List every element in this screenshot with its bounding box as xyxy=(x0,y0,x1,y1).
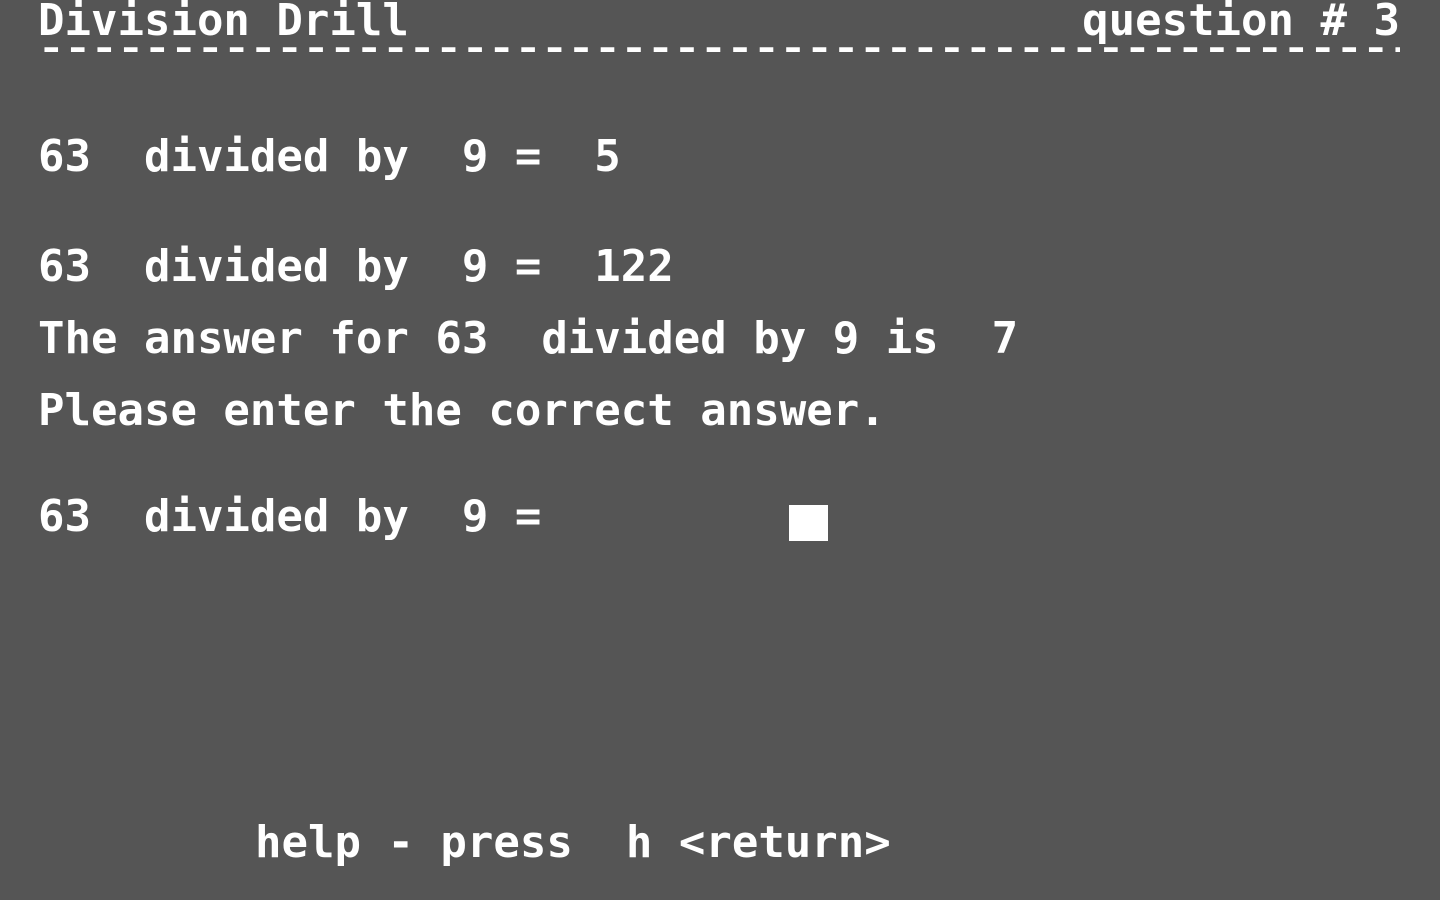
terminal-screen: Division Drill question # 3 ------------… xyxy=(0,0,1440,900)
header-divider: ----------------------------------------… xyxy=(38,38,1400,52)
equation-current-prompt[interactable]: 63 divided by 9 = xyxy=(38,494,541,540)
text-cursor-block[interactable] xyxy=(789,505,828,541)
header-divider-dashes: ----------------------------------------… xyxy=(38,38,1400,52)
equation-attempt-1: 63 divided by 9 = 5 xyxy=(38,131,621,182)
instruction-message: Please enter the correct answer. xyxy=(38,385,886,436)
help-hint[interactable]: help - press h <return> xyxy=(255,820,891,866)
equation-attempt-2: 63 divided by 9 = 122 xyxy=(38,241,674,292)
answer-reveal-message: The answer for 63 divided by 9 is 7 xyxy=(38,313,1019,364)
